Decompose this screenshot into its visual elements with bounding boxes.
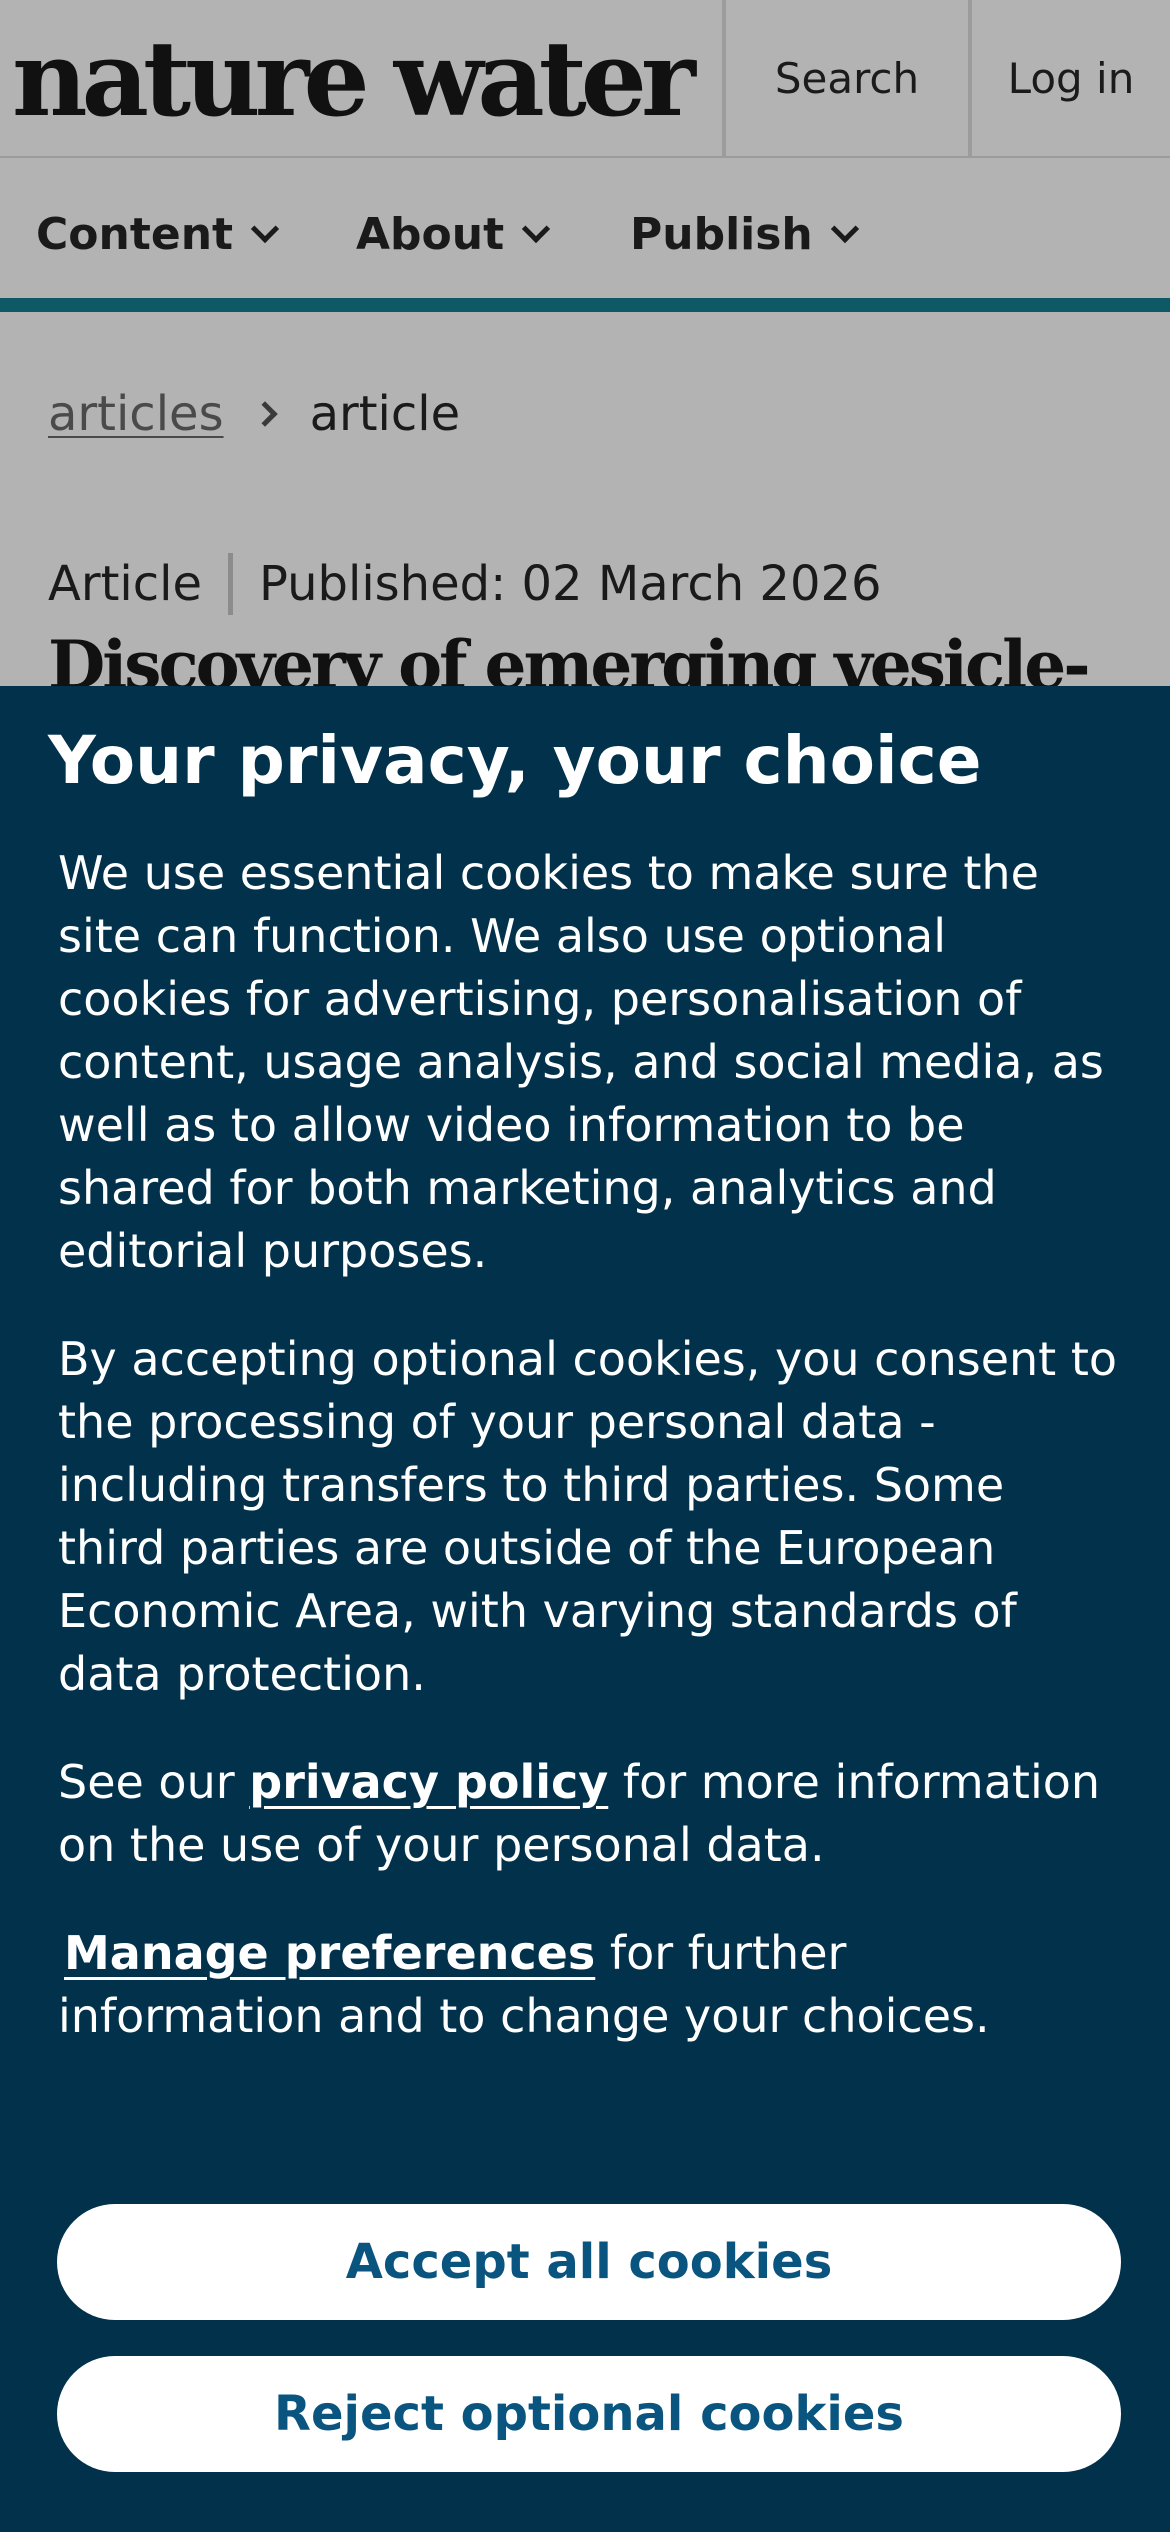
privacy-policy-link[interactable]: privacy policy xyxy=(249,1755,608,1809)
chevron-right-icon xyxy=(251,401,278,427)
site-logo[interactable]: nature water xyxy=(12,14,696,144)
reject-optional-cookies-button[interactable]: Reject optional cookies xyxy=(57,2356,1121,2472)
breadcrumb-current: article xyxy=(309,386,461,442)
consent-paragraph-transfers: By accepting optional cookies, you conse… xyxy=(58,1332,1118,1701)
article-meta: Article Published: 02 March 2026 xyxy=(48,552,882,616)
search-label: Search xyxy=(774,53,920,103)
accept-all-cookies-button[interactable]: Accept all cookies xyxy=(57,2204,1121,2320)
nav-item-label: Publish xyxy=(630,208,813,260)
consent-paragraph-essential: We use essential cookies to make sure th… xyxy=(58,846,1104,1278)
chevron-down-icon xyxy=(830,214,859,244)
consent-body: We use essential cookies to make sure th… xyxy=(58,842,1118,2093)
nav-item-content[interactable]: Content xyxy=(36,204,280,264)
breadcrumb-link-articles[interactable]: articles xyxy=(48,386,224,442)
reject-button-label: Reject optional cookies xyxy=(274,2386,904,2442)
consent-paragraph-preferences: Manage preferences for further informati… xyxy=(58,1922,1118,2048)
consent-title: Your privacy, your choice xyxy=(48,722,982,799)
cookie-consent-dialog: Your privacy, your choice We use essenti… xyxy=(0,686,1170,2532)
article-type: Article xyxy=(48,556,202,612)
meta-divider xyxy=(227,553,233,615)
breadcrumb: articles article xyxy=(48,382,460,446)
chevron-down-icon xyxy=(250,214,280,244)
chevron-down-icon xyxy=(521,214,551,244)
privacy-prefix: See our xyxy=(58,1755,250,1809)
login-button[interactable]: Log in xyxy=(968,0,1170,156)
published-date: Published: 02 March 2026 xyxy=(258,556,882,612)
nav-item-about[interactable]: About xyxy=(356,204,551,264)
manage-preferences-link[interactable]: Manage preferences xyxy=(64,1926,595,1980)
nav-item-publish[interactable]: Publish xyxy=(630,204,859,264)
accept-button-label: Accept all cookies xyxy=(345,2234,833,2290)
consent-paragraph-privacy: See our privacy policy for more informat… xyxy=(58,1751,1118,1877)
main-nav: Content About Publish xyxy=(0,160,1170,312)
nav-item-label: About xyxy=(356,208,505,260)
search-button[interactable]: Search xyxy=(722,0,968,156)
login-label: Log in xyxy=(1007,53,1135,103)
nav-item-label: Content xyxy=(36,208,234,260)
site-header: nature water Search Log in xyxy=(0,0,1170,158)
